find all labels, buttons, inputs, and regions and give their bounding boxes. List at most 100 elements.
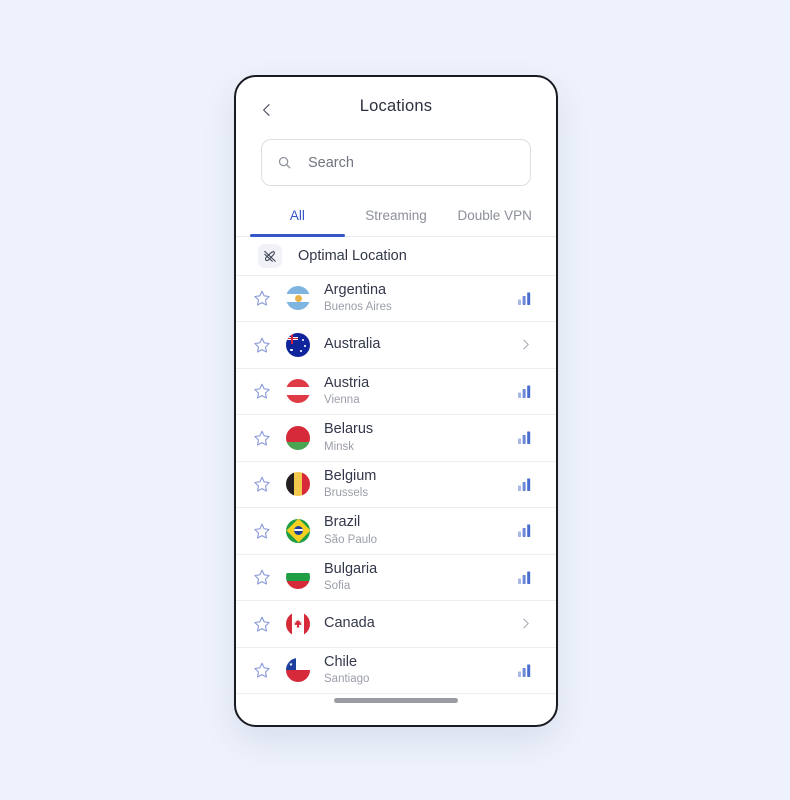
location-labels: Belgium Brussels [324,468,514,501]
signal-strength[interactable] [514,287,536,309]
city-name: Minsk [324,440,355,453]
city-name: Santiago [324,673,370,686]
location-labels: Australia [324,336,514,354]
flag-canada [286,611,310,636]
favorite-star-button[interactable] [250,565,274,589]
signal-icon [518,478,531,491]
star-outline-icon [254,337,270,353]
flag-argentina [286,286,310,311]
flag-bulgaria [286,565,310,590]
signal-icon [518,571,531,584]
table-row[interactable]: Chile Santiago [236,648,556,695]
location-labels: Chile Santiago [324,654,514,687]
rocket-off-icon [264,250,276,262]
signal-strength[interactable] [514,473,536,495]
country-name: Brazil [324,514,361,531]
location-labels: Austria Vienna [324,375,514,408]
signal-icon [518,524,531,538]
flag-belgium [286,472,310,497]
star-outline-icon [254,430,270,446]
table-row[interactable]: Argentina Buenos Aires [236,276,556,323]
table-row[interactable]: Belgium Brussels [236,462,556,509]
tab-double-vpn[interactable]: Double VPN [445,200,544,236]
favorite-star-button[interactable] [250,612,274,636]
tab-all-label: All [289,208,305,223]
signal-strength[interactable] [514,427,536,449]
list-item-optimal-location[interactable]: Optimal Location [236,237,556,276]
location-labels: Belarus Minsk [324,421,514,454]
chevron-right-icon [522,618,529,629]
table-row[interactable]: Austria Vienna [236,369,556,416]
search-box[interactable] [261,139,531,186]
signal-icon [518,431,531,445]
flag-chile [286,658,310,683]
signal-icon [518,385,531,398]
screen: Locations All Streaming Double VPN [0,0,790,800]
tab-streaming-label: Streaming [365,208,427,223]
signal-strength[interactable] [514,659,536,681]
table-row[interactable]: Brazil São Paulo [236,508,556,555]
tab-bar: All Streaming Double VPN [236,200,556,237]
city-name: Sofia [324,580,351,593]
search-icon [278,156,291,169]
search-input[interactable] [308,154,515,171]
location-labels: Bulgaria Sofia [324,561,514,594]
signal-strength[interactable] [514,566,536,588]
country-name: Austria [324,374,370,391]
signal-strength[interactable] [514,380,536,402]
city-name: São Paulo [324,533,378,546]
signal-icon [518,664,531,677]
favorite-star-button[interactable] [250,658,274,682]
app-header: Locations [236,77,556,139]
star-outline-icon [254,523,270,539]
tab-all[interactable]: All [248,200,347,237]
star-outline-icon [254,570,270,585]
signal-icon [518,292,531,305]
star-outline-icon [254,616,270,632]
star-outline-icon [254,384,270,399]
expand-country-button[interactable] [514,613,536,635]
city-name: Vienna [324,394,360,407]
favorite-star-button[interactable] [250,519,274,543]
country-name: Chile [324,653,358,670]
chevron-right-icon [522,339,529,350]
table-row[interactable]: Australia [236,322,556,369]
location-labels: Canada [324,615,514,633]
star-outline-icon [254,663,270,678]
favorite-star-button[interactable] [250,286,274,310]
home-indicator[interactable] [334,698,458,703]
location-labels: Argentina Buenos Aires [324,282,514,315]
phone-card: Locations All Streaming Double VPN [234,75,558,727]
optimal-icon-tile [258,243,282,268]
table-row[interactable]: Bulgaria Sofia [236,555,556,602]
tab-double-vpn-label: Double VPN [457,208,532,223]
star-outline-icon [254,477,270,492]
favorite-star-button[interactable] [250,472,274,496]
country-name: Argentina [324,281,387,298]
star-outline-icon [254,291,270,306]
favorite-star-button[interactable] [250,426,274,450]
country-name: Belgium [324,467,377,484]
flag-austria [286,379,310,404]
city-name: Brussels [324,487,369,500]
search-section [236,139,556,186]
signal-strength[interactable] [514,520,536,542]
country-name: Australia [324,335,381,352]
table-row[interactable]: Belarus Minsk [236,415,556,462]
flag-australia [286,332,310,357]
flag-belarus [286,425,310,450]
tab-streaming[interactable]: Streaming [347,200,446,236]
location-labels: Brazil São Paulo [324,514,514,547]
expand-country-button[interactable] [514,334,536,356]
country-name: Bulgaria [324,560,378,577]
optimal-location-label: Optimal Location [298,247,407,264]
locations-list[interactable]: Optimal Location Argentina Buenos Aires … [236,237,556,725]
page-title: Locations [359,97,433,115]
country-name: Belarus [324,421,374,438]
table-row[interactable]: Canada [236,601,556,648]
country-name: Canada [324,614,375,631]
flag-brazil [286,518,310,543]
favorite-star-button[interactable] [250,333,274,357]
favorite-star-button[interactable] [250,379,274,403]
city-name: Buenos Aires [324,301,392,314]
